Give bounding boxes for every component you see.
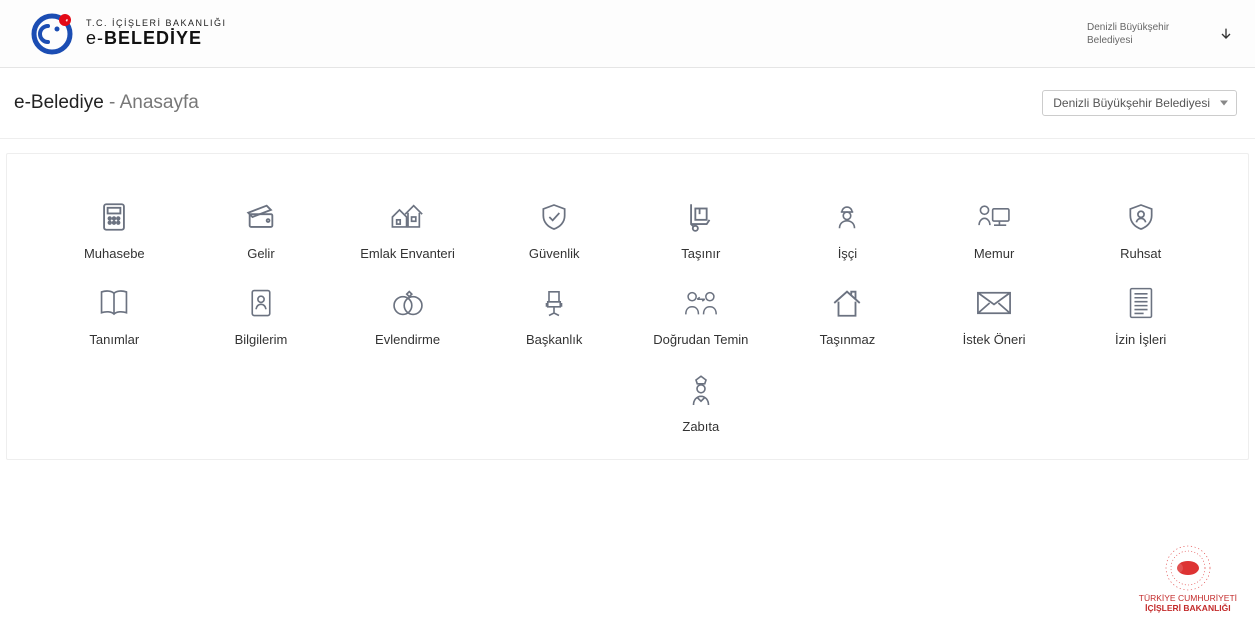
envelope-icon bbox=[975, 284, 1013, 322]
tile-tanimlar[interactable]: Tanımlar bbox=[54, 280, 174, 352]
tile-guvenlik[interactable]: Güvenlik bbox=[494, 194, 614, 266]
tile-label: İstek Öneri bbox=[963, 332, 1026, 348]
app-name: e-BELEDİYE bbox=[86, 29, 227, 49]
tile-baskanlik[interactable]: Başkanlık bbox=[494, 280, 614, 352]
seal-line2: İÇİŞLERİ BAKANLIĞI bbox=[1139, 604, 1237, 613]
tile-label: Güvenlik bbox=[529, 246, 580, 262]
ministry-seal: TÜRKİYE CUMHURİYETİ İÇİŞLERİ BAKANLIĞI bbox=[1139, 545, 1237, 613]
modules-card: Muhasebe Gelir Emlak Envanteri Güvenlik bbox=[6, 153, 1249, 460]
modules-grid: Muhasebe Gelir Emlak Envanteri Güvenlik bbox=[47, 194, 1208, 439]
tile-istek-oneri[interactable]: İstek Öneri bbox=[934, 280, 1054, 352]
logo-text: T.C. İÇİŞLERİ BAKANLIĞI e-BELEDİYE bbox=[86, 19, 227, 49]
tile-label: İzin İşleri bbox=[1115, 332, 1166, 348]
wallet-icon bbox=[242, 198, 280, 236]
tile-memur[interactable]: Memur bbox=[934, 194, 1054, 266]
tile-label: Tanımlar bbox=[89, 332, 139, 348]
worker-icon bbox=[828, 198, 866, 236]
seal-icon bbox=[1165, 545, 1211, 591]
app-header: T.C. İÇİŞLERİ BAKANLIĞI e-BELEDİYE Deniz… bbox=[0, 0, 1255, 68]
calculator-icon bbox=[95, 198, 133, 236]
logo-icon bbox=[30, 12, 74, 56]
tile-muhasebe[interactable]: Muhasebe bbox=[54, 194, 174, 266]
page-title: e-Belediye - Anasayfa bbox=[14, 92, 199, 114]
profile-card-icon bbox=[242, 284, 280, 322]
desk-person-icon bbox=[975, 198, 1013, 236]
chair-icon bbox=[535, 284, 573, 322]
tile-isci[interactable]: İşçi bbox=[787, 194, 907, 266]
tile-gelir[interactable]: Gelir bbox=[201, 194, 321, 266]
tile-label: Taşınmaz bbox=[820, 332, 876, 348]
municipality-select[interactable]: Denizli Büyükşehir Belediyesi bbox=[1042, 90, 1237, 116]
header-right: Denizli Büyükşehir Belediyesi bbox=[1087, 21, 1235, 47]
officer-icon bbox=[682, 371, 720, 409]
tile-label: Başkanlık bbox=[526, 332, 582, 348]
tile-label: Emlak Envanteri bbox=[360, 246, 455, 262]
people-exchange-icon bbox=[682, 284, 720, 322]
tile-zabita[interactable]: Zabıta bbox=[641, 367, 761, 439]
document-lines-icon bbox=[1122, 284, 1160, 322]
logo-block: T.C. İÇİŞLERİ BAKANLIĞI e-BELEDİYE bbox=[30, 12, 227, 56]
tile-label: Memur bbox=[974, 246, 1014, 262]
tile-tasinmaz[interactable]: Taşınmaz bbox=[787, 280, 907, 352]
tile-label: İşçi bbox=[838, 246, 858, 262]
expand-arrow-icon[interactable] bbox=[1217, 25, 1235, 43]
book-icon bbox=[95, 284, 133, 322]
tile-dogrudan-temin[interactable]: Doğrudan Temin bbox=[641, 280, 761, 352]
header-municipality-label: Denizli Büyükşehir Belediyesi bbox=[1087, 21, 1187, 47]
tile-label: Gelir bbox=[247, 246, 274, 262]
tile-izin-isleri[interactable]: İzin İşleri bbox=[1081, 280, 1201, 352]
tile-tasinir[interactable]: Taşınır bbox=[641, 194, 761, 266]
tile-ruhsat[interactable]: Ruhsat bbox=[1081, 194, 1201, 266]
tile-label: Ruhsat bbox=[1120, 246, 1161, 262]
house-icon bbox=[828, 284, 866, 322]
houses-icon bbox=[389, 198, 427, 236]
tile-evlendirme[interactable]: Evlendirme bbox=[348, 280, 468, 352]
tile-label: Bilgilerim bbox=[235, 332, 288, 348]
tile-label: Taşınır bbox=[681, 246, 720, 262]
tile-label: Evlendirme bbox=[375, 332, 440, 348]
title-bar: e-Belediye - Anasayfa Denizli Büyükşehir… bbox=[0, 68, 1255, 139]
tile-label: Doğrudan Temin bbox=[653, 332, 748, 348]
shield-check-icon bbox=[535, 198, 573, 236]
tile-label: Muhasebe bbox=[84, 246, 145, 262]
municipality-select-value: Denizli Büyükşehir Belediyesi bbox=[1053, 96, 1210, 110]
rings-icon bbox=[389, 284, 427, 322]
shield-person-icon bbox=[1122, 198, 1160, 236]
tile-bilgilerim[interactable]: Bilgilerim bbox=[201, 280, 321, 352]
tile-label: Zabıta bbox=[682, 419, 719, 435]
tile-emlak-envanteri[interactable]: Emlak Envanteri bbox=[348, 194, 468, 266]
hand-truck-icon bbox=[682, 198, 720, 236]
